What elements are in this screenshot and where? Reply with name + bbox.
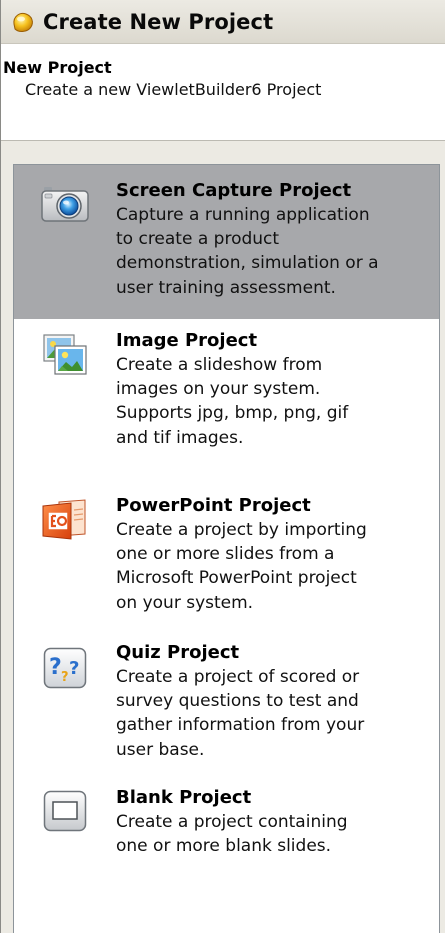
project-name: Blank Project <box>116 787 252 808</box>
svg-text:?: ? <box>69 658 79 679</box>
project-item-powerpoint[interactable]: PowerPoint Project Create a project by i… <box>14 484 439 631</box>
project-description: Create a project by importing one or mor… <box>116 520 367 613</box>
project-description: Create a slideshow from images on your s… <box>116 355 349 448</box>
project-type-list[interactable]: Screen Capture Project Capture a running… <box>13 164 440 933</box>
images-icon <box>43 334 87 375</box>
project-name: Image Project <box>116 330 258 351</box>
project-description: Create a project containing one or more … <box>116 812 348 857</box>
viewletbuilder-app-icon <box>13 12 33 32</box>
project-item-image[interactable]: Image Project Create a slideshow from im… <box>14 319 439 484</box>
title-bar[interactable]: Create New Project <box>1 0 445 44</box>
svg-text:?: ? <box>61 670 69 685</box>
project-item-quiz[interactable]: ? ? ? Quiz Project Create a project of s… <box>14 631 439 774</box>
project-description: Create a project of scored or survey que… <box>116 667 365 760</box>
project-item-blank[interactable]: Blank Project Create a project containin… <box>14 774 439 894</box>
project-name: Quiz Project <box>116 642 240 663</box>
header-panel: New Project Create a new ViewletBuilder6… <box>1 44 445 141</box>
create-new-project-window: Create New Project New Project Create a … <box>0 0 445 933</box>
project-name: Screen Capture Project <box>116 180 352 201</box>
header-subtitle: Create a new ViewletBuilder6 Project <box>25 80 322 99</box>
quiz-icon: ? ? ? <box>43 647 87 689</box>
project-description: Capture a running application to create … <box>116 205 379 298</box>
window-title: Create New Project <box>43 9 274 34</box>
project-item-screen-capture[interactable]: Screen Capture Project Capture a running… <box>14 165 439 319</box>
svg-text:?: ? <box>49 655 62 680</box>
header-title: New Project <box>3 58 112 77</box>
camera-icon <box>41 187 89 222</box>
blank-slide-icon <box>43 790 87 832</box>
project-name: PowerPoint Project <box>116 495 311 516</box>
powerpoint-icon <box>42 499 86 540</box>
